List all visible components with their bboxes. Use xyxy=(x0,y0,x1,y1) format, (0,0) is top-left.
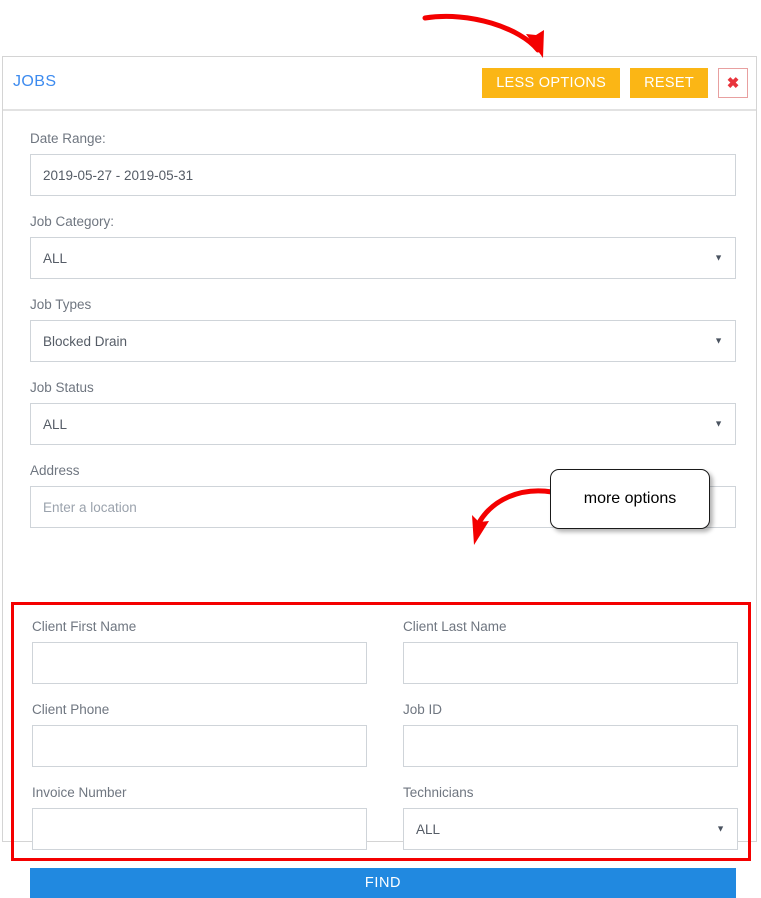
header-actions: LESS OPTIONS RESET ✖ xyxy=(482,68,748,98)
field-date-range: Date Range: 2019-05-27 - 2019-05-31 xyxy=(30,131,736,196)
field-client-first-name: Client First Name xyxy=(32,619,367,684)
job-types-label: Job Types xyxy=(30,297,92,312)
technicians-label: Technicians xyxy=(403,785,474,800)
client-phone-input[interactable] xyxy=(32,725,367,767)
job-types-select[interactable]: Blocked Drain ▼ xyxy=(30,320,736,362)
field-job-status: Job Status ALL ▼ xyxy=(30,380,736,445)
job-id-input[interactable] xyxy=(403,725,738,767)
chevron-down-icon: ▼ xyxy=(714,252,723,263)
job-category-select[interactable]: ALL ▼ xyxy=(30,237,736,279)
client-last-name-label: Client Last Name xyxy=(403,619,507,634)
technicians-select[interactable]: ALL ▼ xyxy=(403,808,738,850)
arrow-to-less-options xyxy=(422,13,544,58)
close-icon[interactable]: ✖ xyxy=(718,68,748,98)
chevron-down-icon: ▼ xyxy=(716,823,725,834)
address-input[interactable] xyxy=(30,486,736,528)
field-client-last-name: Client Last Name xyxy=(403,619,738,684)
field-job-types: Job Types Blocked Drain ▼ xyxy=(30,297,736,362)
technicians-value: ALL xyxy=(416,821,441,837)
job-status-value: ALL xyxy=(43,416,68,432)
job-status-select[interactable]: ALL ▼ xyxy=(30,403,736,445)
client-first-name-input[interactable] xyxy=(32,642,367,684)
field-job-id: Job ID xyxy=(403,702,738,767)
invoice-number-label: Invoice Number xyxy=(32,785,127,800)
chevron-down-icon: ▼ xyxy=(714,335,723,346)
chevron-down-icon: ▼ xyxy=(714,418,723,429)
field-client-phone: Client Phone xyxy=(32,702,367,767)
less-options-button[interactable]: LESS OPTIONS xyxy=(482,68,621,98)
client-first-name-label: Client First Name xyxy=(32,619,137,634)
job-category-value: ALL xyxy=(43,250,68,266)
more-options-highlight: Client First Name Client Last Name Clien… xyxy=(11,602,751,861)
job-category-label: Job Category: xyxy=(30,214,115,229)
client-last-name-input[interactable] xyxy=(403,642,738,684)
find-button[interactable]: FIND xyxy=(30,868,736,898)
date-range-input[interactable]: 2019-05-27 - 2019-05-31 xyxy=(30,154,736,196)
reset-button[interactable]: RESET xyxy=(630,68,708,98)
field-job-category: Job Category: ALL ▼ xyxy=(30,214,736,279)
invoice-number-input[interactable] xyxy=(32,808,367,850)
address-label: Address xyxy=(30,463,80,478)
page-title: JOBS xyxy=(13,73,57,90)
client-phone-label: Client Phone xyxy=(32,702,110,717)
panel-header: JOBS LESS OPTIONS RESET ✖ xyxy=(3,57,756,111)
job-status-label: Job Status xyxy=(30,380,94,395)
date-range-label: Date Range: xyxy=(30,131,106,146)
field-invoice-number: Invoice Number xyxy=(32,785,367,850)
field-address: Address xyxy=(30,463,736,528)
jobs-filter-panel: JOBS LESS OPTIONS RESET ✖ Date Range: 20… xyxy=(2,56,757,898)
field-technicians: Technicians ALL ▼ xyxy=(403,785,738,850)
job-id-label: Job ID xyxy=(403,702,443,717)
job-types-value: Blocked Drain xyxy=(43,333,128,349)
